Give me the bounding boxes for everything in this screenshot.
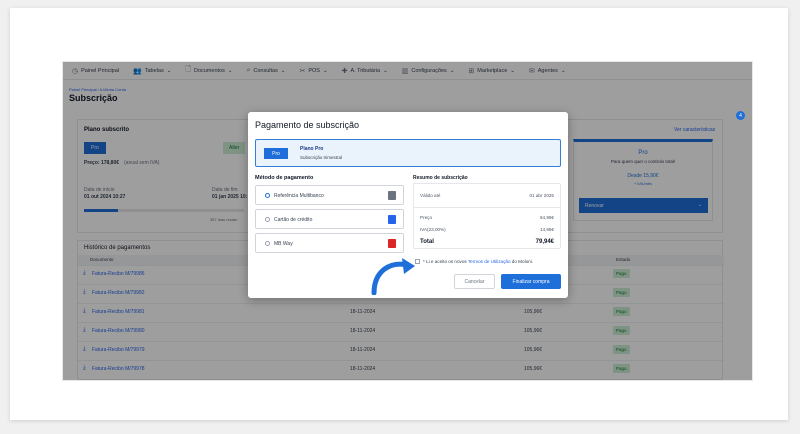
valid-until-value: 01 abr 2025 — [529, 193, 554, 198]
payment-label: Referência Multibanco — [274, 193, 324, 199]
summary-divider — [414, 207, 560, 208]
app-window: ◷ Painel Principal 👥 Tabelas ⌄ 🗋 Documentos ⌄ ⌕ C… — [62, 61, 753, 381]
total-value: 79,94€ — [535, 239, 554, 245]
payment-label: MB Way — [274, 241, 293, 247]
radio-button[interactable] — [265, 217, 270, 222]
radio-button[interactable] — [265, 241, 270, 246]
terms-link[interactable]: Termos de Utilização — [468, 259, 511, 264]
mbway-icon — [388, 239, 396, 248]
summary-title: Resumo de subscrição — [413, 175, 468, 181]
plan-chip: Pro — [264, 148, 288, 159]
payment-option-0[interactable]: Referência Multibanco — [255, 185, 404, 205]
radio-button[interactable] — [265, 193, 270, 198]
iva-label: IVA(23,00%) — [420, 227, 446, 232]
payment-option-1[interactable]: Cartão de crédito — [255, 209, 404, 229]
multibanco-icon — [388, 191, 396, 200]
modal-title: Pagamento de subscrição — [255, 120, 360, 130]
iva-value: 14,95€ — [539, 227, 554, 232]
terms-suffix: do Moloni. — [511, 259, 533, 264]
total-label: Total — [420, 239, 434, 245]
payment-option-2[interactable]: MB Way — [255, 233, 404, 253]
valid-until-label: Válido até — [420, 193, 441, 198]
selected-plan: Pro Plano Pro Subscrição trimestral — [255, 139, 561, 167]
price-label: Preço — [420, 215, 433, 220]
plan-name: Plano Pro — [300, 146, 324, 152]
cancel-button[interactable]: Cancelar — [454, 274, 495, 289]
terms-text: * Li e aceito os novos Termos de Utiliza… — [423, 259, 533, 264]
callout-arrow-icon — [371, 258, 415, 295]
notification-badge[interactable]: 4 — [736, 111, 745, 120]
finalize-purchase-button[interactable]: Finalizar compra — [501, 274, 561, 289]
price-value: 64,99€ — [539, 215, 554, 220]
terms-prefix: * Li e aceito os novos — [423, 259, 467, 264]
payment-method-title: Método de pagamento — [255, 175, 314, 181]
plan-description: Subscrição trimestral — [300, 155, 343, 160]
payment-label: Cartão de crédito — [274, 217, 313, 223]
credit-card-icon — [388, 215, 396, 224]
subscription-summary: Válido até 01 abr 2025 Preço 64,99€ IVA(… — [413, 183, 561, 249]
screenshot-card: ◷ Painel Principal 👥 Tabelas ⌄ 🗋 Documentos ⌄ ⌕ C… — [10, 8, 788, 420]
